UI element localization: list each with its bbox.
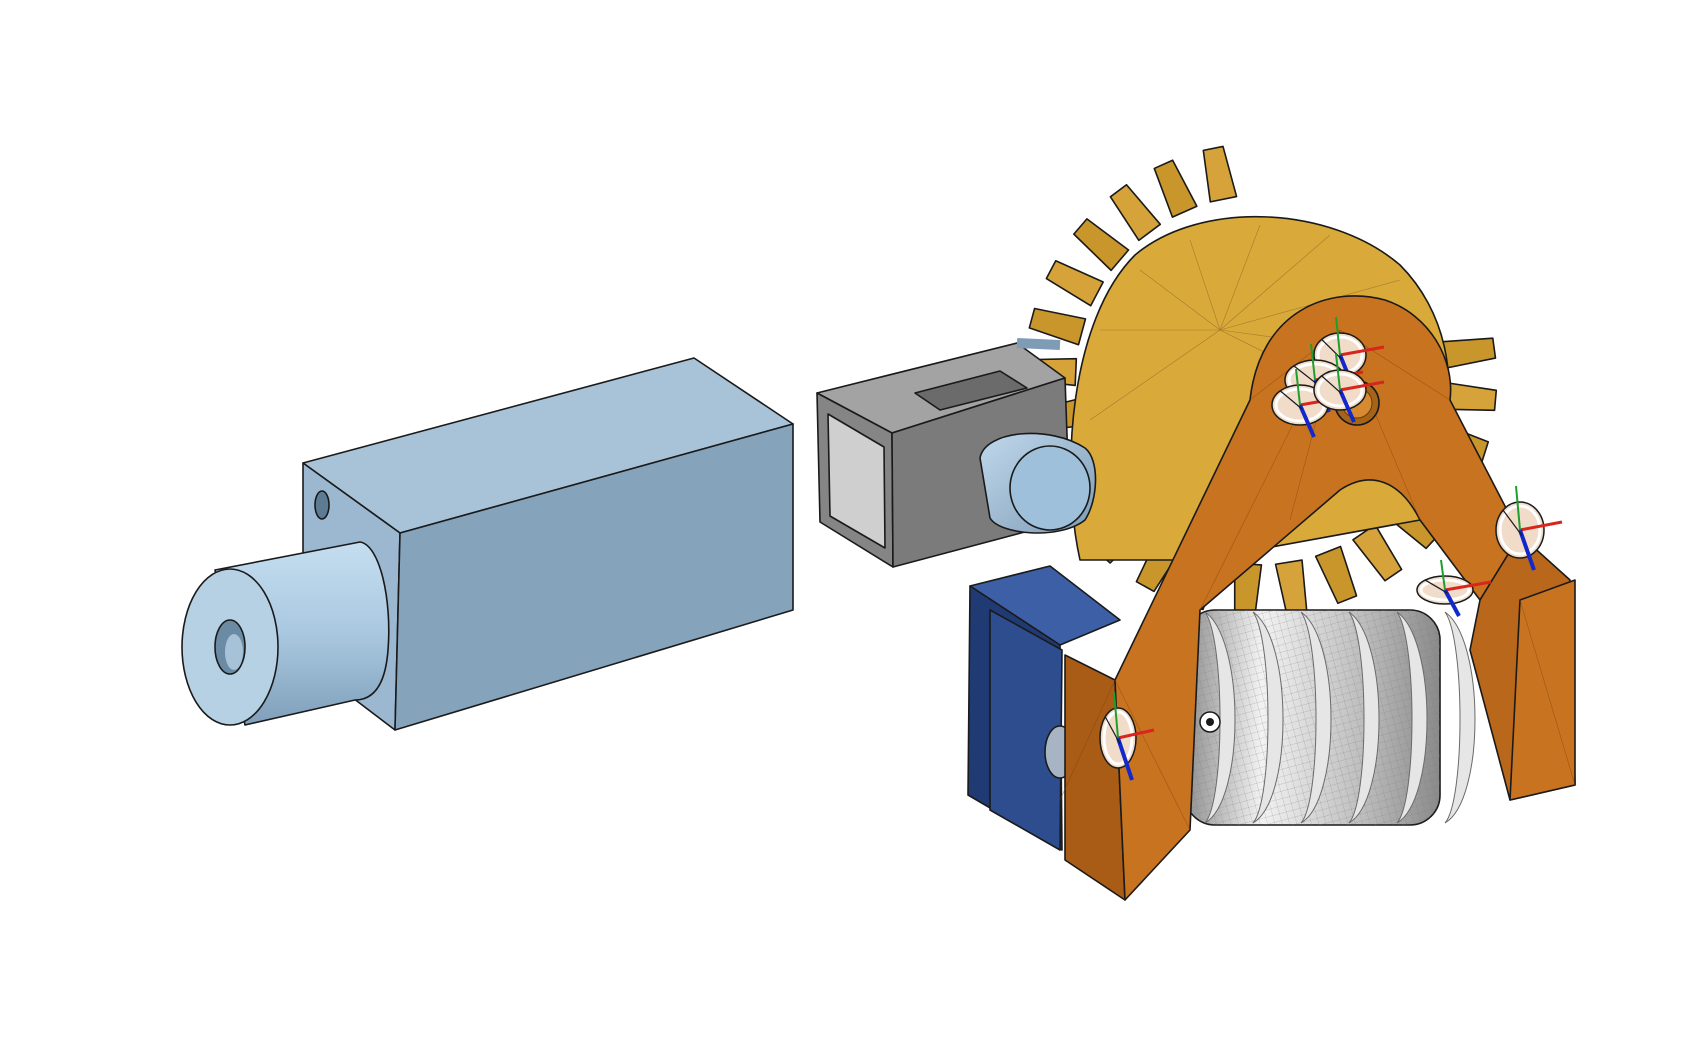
- gear-tooth: [1352, 523, 1403, 582]
- motor-housing[interactable]: [181, 357, 794, 731]
- gear-tooth: [1314, 545, 1358, 605]
- motor-mount-hole: [314, 490, 330, 520]
- gear-tooth: [1153, 159, 1198, 218]
- gear-tooth: [1045, 259, 1104, 307]
- gear-tooth: [1274, 559, 1308, 616]
- cad-3d-viewport[interactable]: [0, 0, 1708, 1056]
- gear-tooth: [1202, 145, 1238, 203]
- motor-shaft: [181, 541, 390, 726]
- shaft-coupler[interactable]: [816, 338, 1097, 568]
- gear-tooth: [1109, 183, 1162, 242]
- gear-tooth: [1073, 218, 1130, 272]
- worm-screw[interactable]: [1184, 609, 1476, 826]
- worm-axis-marker: [1199, 711, 1221, 733]
- gear-tooth: [1440, 337, 1497, 370]
- frame-right-leg-front: [1509, 579, 1576, 801]
